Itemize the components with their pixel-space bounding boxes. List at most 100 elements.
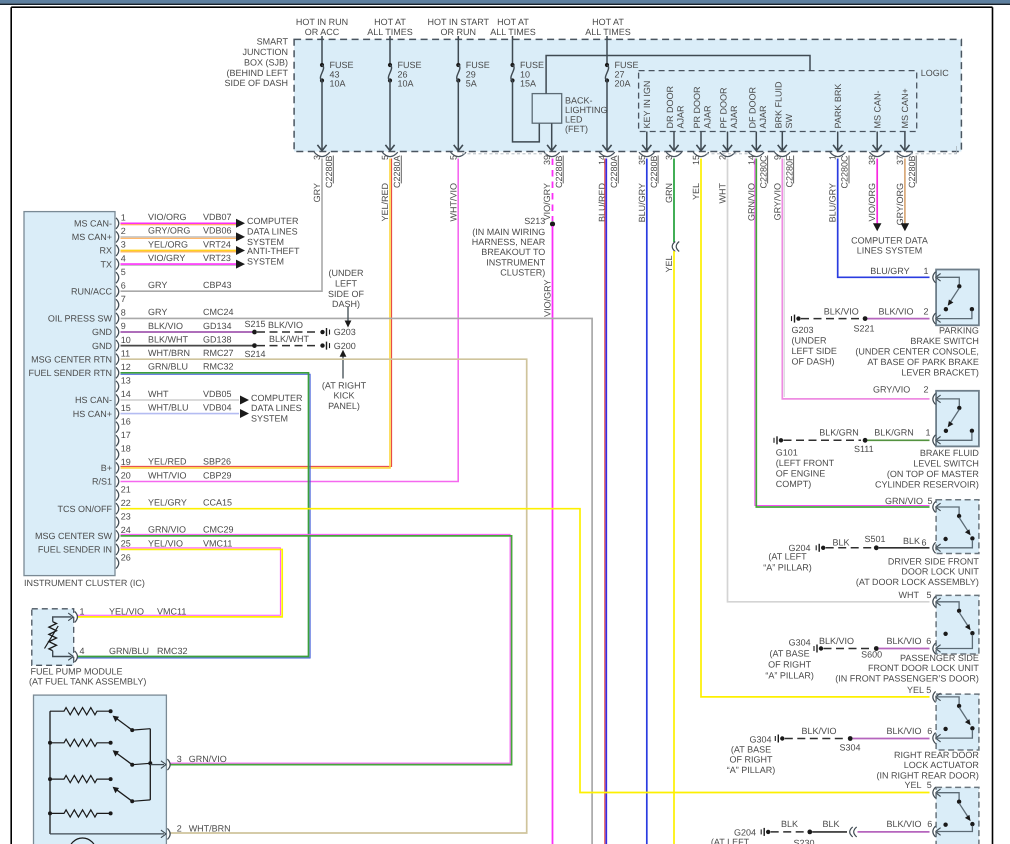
- svg-text:C2280B: C2280B: [649, 156, 659, 189]
- svg-text:BLK/WHT: BLK/WHT: [269, 334, 310, 344]
- svg-text:YEL/ORG: YEL/ORG: [148, 239, 188, 249]
- svg-text:BLU/GRY: BLU/GRY: [637, 183, 647, 222]
- svg-text:BRAKE FLUID: BRAKE FLUID: [920, 448, 980, 458]
- svg-text:TX: TX: [100, 259, 112, 269]
- svg-text:3: 3: [121, 240, 126, 250]
- svg-text:LOGIC: LOGIC: [921, 68, 950, 78]
- svg-text:VDB06: VDB06: [203, 226, 232, 236]
- svg-text:CYLINDER RESERVOIR): CYLINDER RESERVOIR): [875, 480, 979, 490]
- svg-text:ALL TIMES: ALL TIMES: [490, 27, 536, 37]
- svg-text:1: 1: [923, 266, 928, 276]
- svg-text:GD138: GD138: [203, 334, 232, 344]
- svg-text:BLK/GRN: BLK/GRN: [819, 427, 859, 437]
- svg-text:10: 10: [121, 335, 131, 345]
- svg-text:DRIVER SIDE FRONT: DRIVER SIDE FRONT: [888, 556, 980, 566]
- svg-text:WHT: WHT: [718, 183, 728, 204]
- svg-text:GRN/VIO: GRN/VIO: [885, 496, 923, 506]
- svg-text:KEY IN IGN: KEY IN IGN: [642, 81, 652, 129]
- svg-text:“A” PILLAR): “A” PILLAR): [763, 562, 812, 572]
- svg-text:LINES SYSTEM: LINES SYSTEM: [857, 245, 923, 255]
- svg-text:38: 38: [867, 155, 877, 165]
- svg-text:20: 20: [121, 471, 131, 481]
- svg-text:5: 5: [448, 155, 458, 160]
- svg-text:BLK/VIO: BLK/VIO: [819, 636, 854, 646]
- svg-text:RMC32: RMC32: [157, 646, 188, 656]
- svg-text:GRY: GRY: [148, 280, 167, 290]
- svg-text:5A: 5A: [466, 79, 477, 89]
- svg-text:BLK/VIO: BLK/VIO: [886, 726, 921, 736]
- svg-text:C2280A: C2280A: [609, 156, 619, 189]
- svg-text:HARNESS, NEAR: HARNESS, NEAR: [472, 237, 546, 247]
- svg-text:AJAR: AJAR: [703, 105, 713, 129]
- svg-text:AJAR: AJAR: [758, 105, 768, 129]
- svg-text:OF ENGINE: OF ENGINE: [776, 468, 826, 478]
- svg-text:(IN RIGHT REAR DOOR): (IN RIGHT REAR DOOR): [877, 771, 979, 781]
- svg-text:9: 9: [772, 155, 782, 160]
- svg-text:(FET): (FET): [565, 124, 588, 134]
- svg-text:24: 24: [121, 525, 131, 535]
- svg-text:15: 15: [121, 403, 131, 413]
- svg-text:1: 1: [80, 606, 85, 616]
- svg-text:GRY/ORG: GRY/ORG: [895, 183, 905, 225]
- svg-text:BLK/WHT: BLK/WHT: [148, 334, 189, 344]
- svg-text:WHT/VIO: WHT/VIO: [448, 183, 458, 222]
- svg-text:VIO/ORG: VIO/ORG: [867, 183, 877, 222]
- svg-text:PF DOOR: PF DOOR: [719, 87, 729, 129]
- svg-text:GRN/BLU: GRN/BLU: [109, 646, 149, 656]
- svg-text:12: 12: [121, 362, 131, 372]
- svg-text:BREAKOUT TO: BREAKOUT TO: [481, 247, 545, 257]
- svg-text:S501: S501: [864, 534, 885, 544]
- svg-text:COMPUTER DATA: COMPUTER DATA: [851, 235, 928, 245]
- svg-text:GRN/VIO: GRN/VIO: [189, 754, 227, 764]
- svg-text:OR RUN: OR RUN: [441, 27, 477, 37]
- svg-text:BLK/VIO: BLK/VIO: [886, 636, 921, 646]
- svg-text:G203: G203: [792, 325, 814, 335]
- svg-text:(BEHIND LEFT: (BEHIND LEFT: [226, 68, 288, 78]
- svg-text:DATA LINES: DATA LINES: [247, 227, 298, 237]
- svg-text:PARKING: PARKING: [939, 326, 979, 336]
- svg-text:BLK/VIO: BLK/VIO: [886, 819, 921, 829]
- svg-text:DR DOOR: DR DOOR: [665, 86, 675, 129]
- svg-text:GRY/ORG: GRY/ORG: [148, 226, 190, 236]
- svg-text:PR DOOR: PR DOOR: [692, 86, 702, 129]
- svg-text:VIO/ORG: VIO/ORG: [148, 212, 187, 222]
- svg-text:(UNDER: (UNDER: [792, 335, 827, 345]
- svg-text:VIO/GRY: VIO/GRY: [148, 253, 185, 263]
- svg-text:15: 15: [691, 155, 701, 165]
- svg-text:(UNDER CENTER CONSOLE,: (UNDER CENTER CONSOLE,: [855, 347, 979, 357]
- svg-text:5: 5: [927, 780, 932, 790]
- svg-text:HS CAN-: HS CAN-: [75, 395, 112, 405]
- svg-text:BRAKE SWITCH: BRAKE SWITCH: [910, 336, 979, 346]
- svg-text:WHT/BLU: WHT/BLU: [148, 402, 189, 412]
- svg-text:ALL TIMES: ALL TIMES: [367, 27, 413, 37]
- svg-text:SYSTEM: SYSTEM: [247, 256, 284, 266]
- svg-text:BLK: BLK: [822, 819, 839, 829]
- svg-text:(AT BASE: (AT BASE: [770, 649, 810, 659]
- svg-text:PARK BRK: PARK BRK: [833, 84, 843, 129]
- svg-text:VDB05: VDB05: [203, 389, 232, 399]
- svg-text:B+: B+: [101, 463, 112, 473]
- svg-text:YEL/VIO: YEL/VIO: [148, 538, 183, 548]
- svg-text:(IN FRONT PASSENGER’S DOOR): (IN FRONT PASSENGER’S DOOR): [835, 674, 979, 684]
- svg-text:OF DASH): OF DASH): [792, 357, 835, 367]
- svg-text:R/S1: R/S1: [92, 477, 112, 487]
- svg-text:COMPUTER: COMPUTER: [247, 216, 299, 226]
- svg-text:VDB04: VDB04: [203, 402, 232, 412]
- svg-text:5: 5: [927, 590, 932, 600]
- svg-text:FRONT DOOR LOCK UNIT: FRONT DOOR LOCK UNIT: [868, 663, 979, 673]
- svg-text:SMART: SMART: [257, 37, 289, 47]
- svg-text:LIGHTING: LIGHTING: [565, 105, 608, 115]
- svg-text:4: 4: [121, 253, 126, 263]
- svg-text:2: 2: [177, 823, 182, 833]
- svg-text:GRY: GRY: [148, 307, 167, 317]
- svg-text:VDB07: VDB07: [203, 212, 232, 222]
- svg-text:(AT BASE: (AT BASE: [731, 745, 771, 755]
- svg-text:16: 16: [121, 416, 131, 426]
- svg-text:INSTRUMENT: INSTRUMENT: [486, 257, 545, 267]
- svg-text:HOT AT: HOT AT: [374, 17, 406, 27]
- svg-text:BLK/GRN: BLK/GRN: [874, 427, 914, 437]
- svg-text:GRY: GRY: [312, 183, 322, 202]
- svg-text:RMC32: RMC32: [203, 362, 234, 372]
- svg-text:22: 22: [121, 498, 131, 508]
- svg-text:(IN MAIN WIRING: (IN MAIN WIRING: [472, 227, 545, 237]
